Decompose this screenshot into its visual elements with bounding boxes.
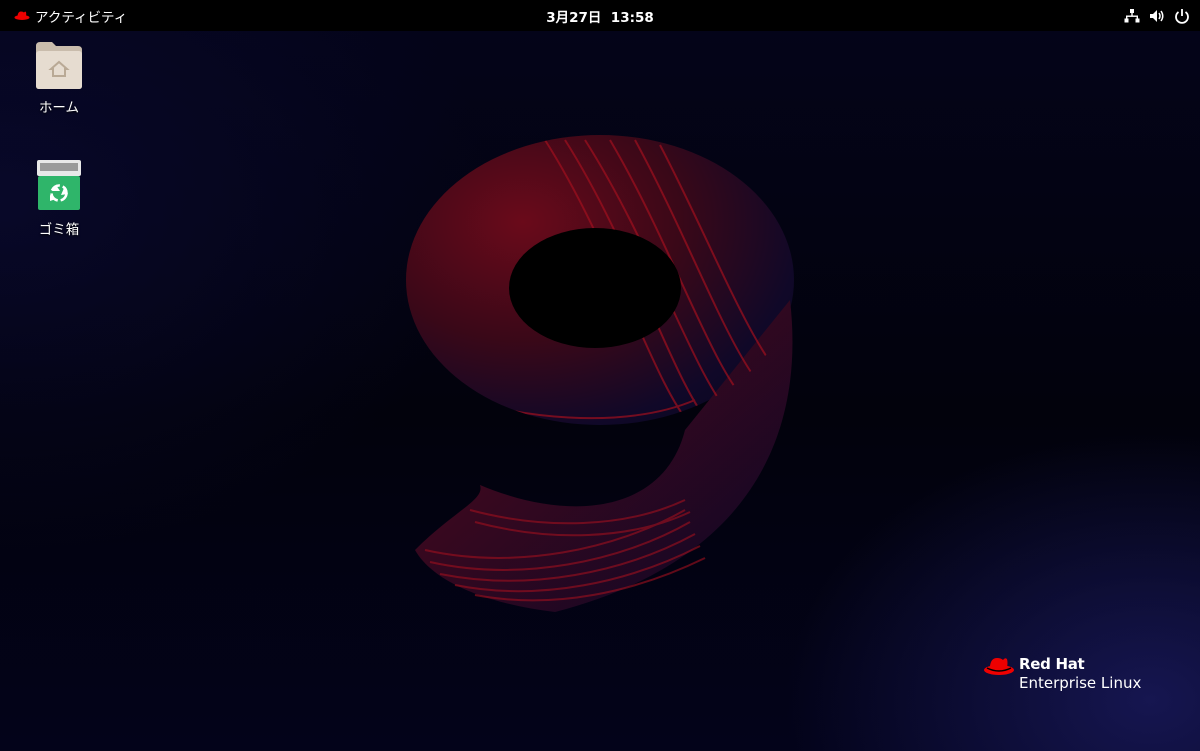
desktop-icon-label: ホーム [38, 100, 80, 116]
desktop-background: ホーム ゴミ箱 Red Hat Enterprise Linux [0, 0, 1200, 751]
date-time-menu[interactable]: 3月27日 13:58 [546, 6, 654, 26]
branding-line2: Enterprise Linux [1019, 674, 1142, 692]
clock-area: 3月27日 13:58 [0, 0, 1200, 31]
desktop-icon-home[interactable]: ホーム [14, 40, 104, 116]
red-hat-logo-icon [984, 658, 1014, 675]
activities-button[interactable]: アクティビティ [14, 0, 127, 31]
red-hat-icon [14, 11, 30, 20]
system-menu-button[interactable] [1124, 0, 1190, 31]
activities-label: アクティビティ [35, 9, 128, 26]
network-wired-icon [1124, 8, 1140, 22]
desktop-icon-label: ゴミ箱 [38, 222, 80, 238]
trash-icon [37, 160, 81, 210]
desktop-icon-trash[interactable]: ゴミ箱 [14, 158, 104, 238]
red-hat-branding: Red Hat Enterprise Linux [983, 652, 1163, 692]
wallpaper-nine-graphic [406, 135, 794, 612]
top-panel: アクティビティ 3月27日 13:58 [0, 0, 1200, 31]
volume-icon [1150, 9, 1164, 22]
branding-line1: Red Hat [1019, 655, 1085, 673]
power-icon [1175, 8, 1189, 24]
home-folder-icon [36, 42, 82, 89]
